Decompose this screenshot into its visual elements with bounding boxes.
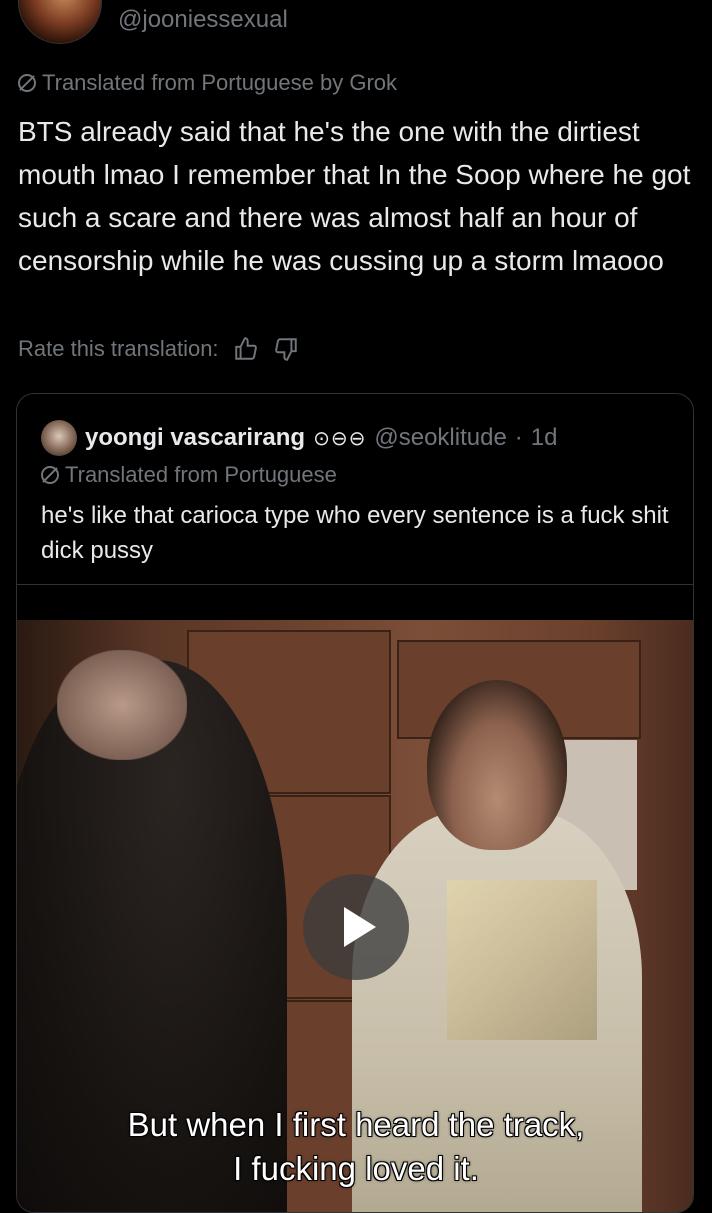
- quoted-translation-notice: Translated from Portuguese: [41, 462, 337, 488]
- quoted-author-handle[interactable]: @seoklitude: [374, 424, 506, 452]
- translate-slash-icon: [18, 74, 36, 92]
- quoted-author-emoji: ⊙⊖⊖: [313, 427, 367, 450]
- thumbs-down-icon[interactable]: [273, 336, 299, 362]
- video-subtitle-line-2: I fucking loved it.: [233, 1150, 479, 1187]
- author-avatar[interactable]: [18, 0, 102, 44]
- quoted-divider: [17, 584, 693, 585]
- play-button[interactable]: [303, 874, 409, 980]
- person-right-head: [427, 680, 567, 850]
- translate-slash-icon: [41, 466, 59, 484]
- play-icon: [344, 907, 376, 947]
- translation-notice: Translated from Portuguese by Grok: [18, 70, 397, 96]
- author-handle[interactable]: @jooniessexual: [118, 6, 288, 34]
- rate-translation-label: Rate this translation:: [18, 336, 219, 361]
- quoted-author-name[interactable]: yoongi vascarirang: [85, 424, 305, 452]
- post-text: BTS already said that he's the one with …: [18, 116, 691, 276]
- person-left-hand: [57, 650, 187, 760]
- quoted-post-header: yoongi vascarirang ⊙⊖⊖ @seoklitude · 1d: [41, 420, 558, 456]
- video-subtitle-line-1: But when I first heard the track,: [127, 1106, 585, 1143]
- quoted-post-text: he's like that carioca type who every se…: [41, 502, 669, 564]
- quoted-avatar[interactable]: [41, 420, 77, 456]
- quoted-timestamp[interactable]: 1d: [531, 424, 558, 452]
- shirt-graphic: [447, 880, 597, 1040]
- thumbs-up-icon[interactable]: [233, 336, 259, 362]
- video-player[interactable]: But when I first heard the track, I fuck…: [17, 620, 693, 1212]
- quoted-post-card[interactable]: yoongi vascarirang ⊙⊖⊖ @seoklitude · 1d …: [16, 393, 694, 1213]
- quoted-translation-label: Translated from Portuguese: [65, 462, 337, 487]
- rate-translation-row: Rate this translation:: [18, 336, 299, 362]
- translation-label: Translated from Portuguese by Grok: [42, 70, 398, 95]
- quoted-separator: ·: [514, 424, 523, 451]
